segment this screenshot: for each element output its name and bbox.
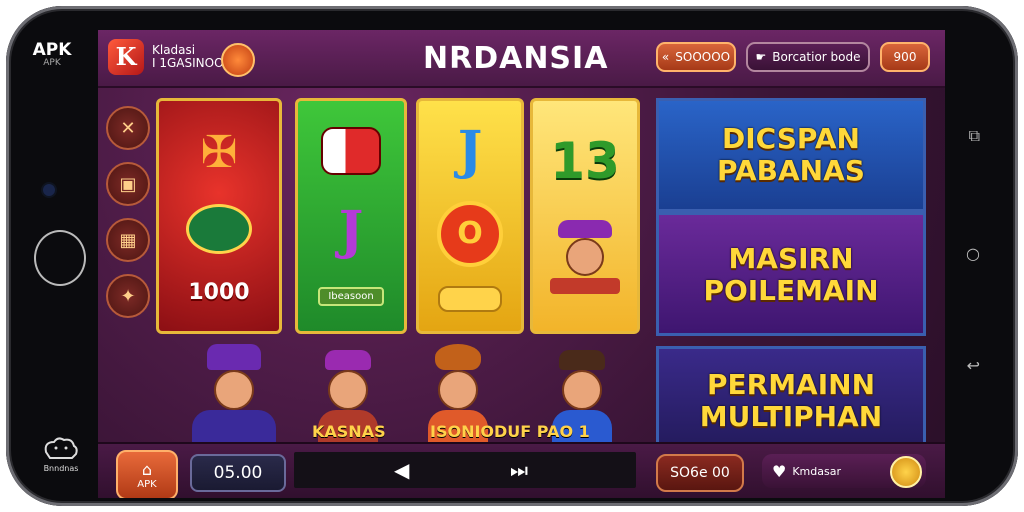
top-bar: K Kladasi I 1GASINOO NRDANSIA « SOOOOO ☛… (98, 30, 945, 88)
bottom-bar: ⌂ APK 05.00 ◀ ⏭ SO6e 00 ♥ Kmdasar (98, 442, 945, 498)
apk-badge: APK APK (32, 40, 72, 68)
heart-icon: ♥ (772, 461, 787, 481)
wizard-face-icon (214, 370, 254, 410)
gold-coin-icon (890, 456, 922, 488)
collect-code-button[interactable]: ☛ Borcatior bode (746, 42, 870, 72)
reel-2: J Ibeasoon (295, 98, 407, 334)
coins-symbol-icon (438, 285, 502, 312)
jester2-hat-icon (325, 350, 371, 370)
gentleman-face-icon (562, 370, 602, 410)
phone-frame: APK APK Bnndnas ⧉ ○ ↩ K Kladasi I 1GASIN… (6, 6, 1018, 506)
girl-hair-icon (435, 344, 481, 370)
game-screen: K Kladasi I 1GASINOO NRDANSIA « SOOOOO ☛… (98, 30, 945, 498)
red-symbol-icon: ✠ (200, 127, 238, 178)
side-button-1[interactable]: ✕ (106, 106, 150, 150)
playback-controls: ◀ ⏭ (294, 452, 636, 488)
character-wizard (192, 344, 276, 448)
reel-3: J O (416, 98, 524, 334)
game-title: NRDANSIA (423, 41, 609, 76)
apk-button[interactable]: ⌂ APK (116, 450, 178, 498)
wizard-hat-icon (207, 344, 261, 370)
gentleman-hat-icon (559, 350, 605, 370)
star-icon: ✦ (120, 285, 136, 307)
purple-j-symbol-icon: J (338, 200, 364, 261)
jester-sign-icon (550, 278, 620, 295)
jester2-face-icon (328, 370, 368, 410)
reel-1-value: 1000 (188, 280, 250, 305)
bet-amount[interactable]: 05.00 (190, 454, 286, 492)
home-button[interactable] (34, 230, 86, 286)
home-circle-icon[interactable]: ○ (966, 244, 980, 263)
jester-hat-icon (558, 220, 612, 239)
girl-face-icon (438, 370, 478, 410)
coins-counter[interactable]: 900 (880, 42, 930, 72)
gift-icon: ▦ (119, 229, 137, 251)
skip-icon[interactable]: ⏭ (510, 460, 528, 480)
brand-name: Kladasi I 1GASINOO (152, 43, 224, 70)
cross-swords-icon: ✕ (120, 117, 136, 139)
reel-1: ✠ 1000 (156, 98, 282, 334)
cow-logo-icon (44, 437, 78, 459)
previous-icon[interactable]: ◀ (394, 460, 409, 480)
bottom-logo: Bnndnas (32, 434, 90, 473)
front-camera (41, 182, 57, 198)
win-amount[interactable]: SO6e 00 (656, 454, 744, 492)
blue-j-symbol-icon: J (457, 120, 483, 182)
emerald-symbol-icon (186, 204, 252, 254)
side-button-2[interactable]: ▣ (106, 162, 150, 206)
flag-symbol-icon (321, 126, 381, 175)
house-icon: ⌂ (141, 460, 153, 479)
side-button-4[interactable]: ✦ (106, 274, 150, 318)
jester-symbol-icon (550, 220, 620, 300)
reel-2-tag: Ibeasoon (318, 286, 384, 306)
recent-apps-icon[interactable]: ⧉ (969, 126, 980, 146)
red-o-symbol-icon: O (437, 200, 503, 267)
side-button-3[interactable]: ▦ (106, 218, 150, 262)
reel-4: 13 (530, 98, 640, 334)
favorites-button[interactable]: ♥ Kmdasar (762, 454, 926, 488)
promo-banner-2[interactable]: MASIRN POILEMAIN (656, 212, 926, 336)
bonus-button[interactable]: « SOOOOO (656, 42, 736, 72)
caption-2: ISONIODUF PAO 1 (430, 422, 590, 441)
promo-banner-1[interactable]: DICSPAN PABANAS (656, 98, 926, 212)
caption-1: KASNAS (312, 422, 386, 441)
back-icon[interactable]: ↩ (967, 356, 980, 375)
chevrons-icon: « (661, 50, 670, 64)
promo-banner-3[interactable]: PERMAINN MULTIPHAN (656, 346, 926, 456)
chest-icon: ▣ (119, 173, 137, 195)
coin-button[interactable] (221, 43, 255, 77)
jester-face-icon (566, 238, 604, 277)
green-13-symbol-icon: 13 (550, 131, 620, 190)
hand-icon: ☛ (755, 50, 767, 64)
brand-logo[interactable]: K (108, 39, 144, 75)
